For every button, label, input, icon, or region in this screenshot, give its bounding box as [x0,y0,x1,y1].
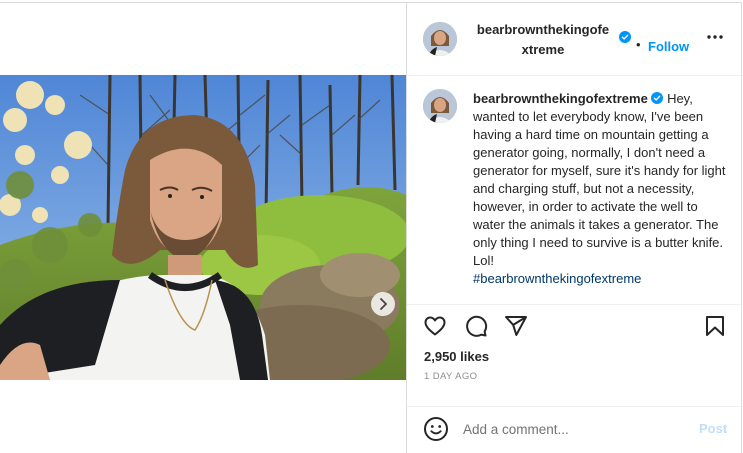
post-caption: bearbrownthekingofextreme Hey, wanted to… [473,90,731,288]
avatar-image [423,89,457,123]
smiley-icon[interactable] [423,416,449,442]
heart-icon[interactable] [423,314,447,338]
separator-dot: • [636,37,641,52]
post-comment-button[interactable]: Post [699,421,727,436]
caption-username[interactable]: bearbrownthekingofextreme [473,91,648,106]
post-photo [0,75,406,380]
author-avatar[interactable] [423,22,457,56]
more-options-icon[interactable] [705,27,725,47]
author-username[interactable]: bearbrownthekingofe xtreme [473,20,613,60]
post-header: bearbrownthekingofe xtreme • Follow [407,2,743,76]
avatar-image [423,22,457,56]
post-media[interactable] [0,75,406,380]
actions-divider [407,304,743,305]
instagram-post: bearbrownthekingofe xtreme • Follow bear… [0,0,743,453]
comment-bubble-icon[interactable] [464,314,488,338]
verified-badge-icon [619,31,631,43]
chevron-right-icon [380,298,387,310]
comment-bar: Post [407,408,743,452]
hashtag-link[interactable]: #bearbrownthekingofextreme [473,270,731,288]
paper-plane-icon[interactable] [504,314,528,338]
caption-author-avatar[interactable] [423,89,457,123]
likes-count[interactable]: 2,950 likes [424,349,489,364]
follow-button[interactable]: Follow [648,39,689,54]
caption-text: Hey, wanted to let everybody know, I've … [473,91,726,268]
username-line-1: bearbrownthekingofe [476,22,610,37]
comment-divider [407,406,743,407]
post-side-panel: bearbrownthekingofe xtreme • Follow bear… [406,2,743,453]
verified-badge-icon [651,92,664,104]
post-timestamp[interactable]: 1 DAY AGO [424,371,477,382]
carousel-next-button[interactable] [371,292,395,316]
post-actions [407,314,743,346]
bookmark-icon[interactable] [703,314,727,338]
username-line-2: xtreme [521,42,565,57]
comment-input[interactable] [463,418,683,440]
